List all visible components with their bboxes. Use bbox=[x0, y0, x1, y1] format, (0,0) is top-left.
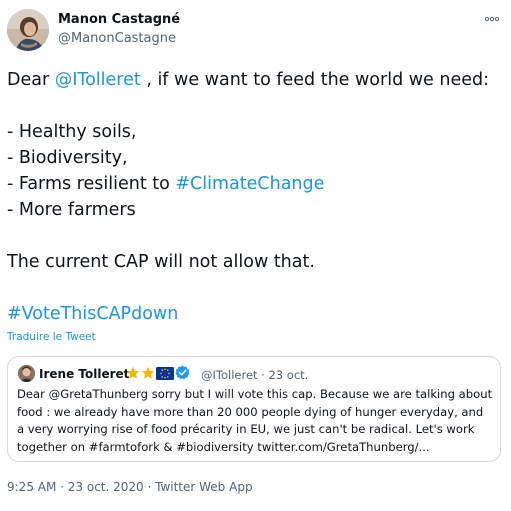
quoted-author-badges bbox=[126, 365, 190, 384]
eu-flag-icon bbox=[156, 365, 174, 384]
star-icon bbox=[141, 365, 155, 384]
tweet-text-prefix: Dear bbox=[7, 70, 55, 90]
list-item: - Biodiversity, bbox=[7, 148, 128, 168]
translate-tweet-link[interactable]: Traduire le Tweet bbox=[7, 331, 96, 343]
author-avatar[interactable] bbox=[7, 9, 49, 51]
mention-link[interactable]: @ITolleret bbox=[55, 70, 141, 90]
list-item: - More farmers bbox=[7, 200, 136, 220]
quoted-author-name: Irene Tolleret bbox=[39, 367, 130, 381]
quoted-text-line: Dear @GretaThunberg sorry but I will vot… bbox=[17, 387, 493, 401]
author-name[interactable]: Manon Castagné bbox=[58, 12, 180, 27]
tweet-text: Dear @ITolleret , if we want to feed the… bbox=[7, 67, 502, 327]
closing-text: The current CAP will not allow that. bbox=[7, 252, 315, 272]
tweet-card: Manon Castagné @ManonCastagne Dear @ITol… bbox=[0, 0, 511, 511]
hashtag-vote-link[interactable]: #VoteThisCAPdown bbox=[7, 304, 178, 324]
list-item-text: - Farms resilient to bbox=[7, 174, 176, 194]
tweet-text-suffix: , if we want to feed the world we need: bbox=[140, 70, 490, 90]
star-icon bbox=[126, 365, 140, 384]
quoted-text-line: food : we already have more than 20 000 … bbox=[17, 404, 484, 419]
quoted-text-line: together on #farmtofork & #biodiversity … bbox=[17, 439, 430, 454]
quoted-text-line: a very worrying rise of food précarity i… bbox=[17, 422, 475, 436]
more-options-icon[interactable] bbox=[484, 14, 500, 24]
author-handle[interactable]: @ManonCastagne bbox=[58, 31, 176, 46]
list-item: - Healthy soils, bbox=[7, 122, 137, 142]
verified-icon bbox=[175, 365, 190, 384]
tweet-timestamp-source[interactable]: 9:25 AM · 23 oct. 2020 · Twitter Web App bbox=[7, 480, 253, 494]
quoted-tweet-text: Dear @GretaThunberg sorry but I will vot… bbox=[17, 386, 495, 456]
list-item-climate: - Farms resilient to #ClimateChange bbox=[7, 171, 502, 197]
hashtag-climate-link[interactable]: #ClimateChange bbox=[175, 174, 324, 194]
quoted-tweet[interactable]: Irene Tolleret @ITolleret · 23 oct. Dear… bbox=[7, 356, 501, 462]
quoted-author-avatar bbox=[18, 365, 35, 382]
quoted-author-handle-date: @ITolleret · 23 oct. bbox=[201, 368, 309, 382]
tweet-line-1: Dear @ITolleret , if we want to feed the… bbox=[7, 67, 502, 93]
